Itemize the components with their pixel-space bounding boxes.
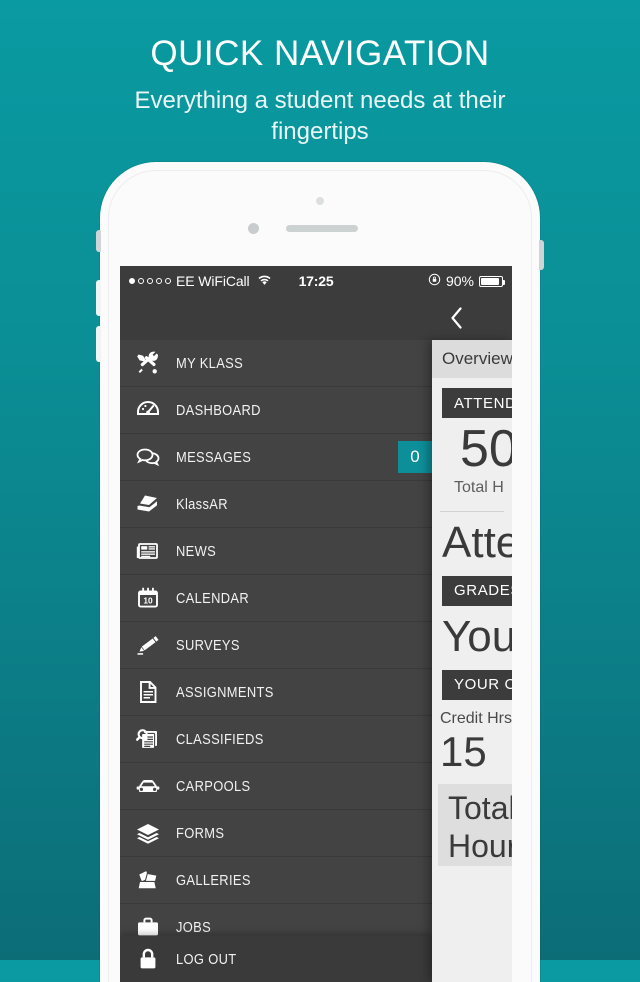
pencil-icon	[120, 632, 176, 658]
front-camera-icon	[316, 197, 324, 205]
menu-item-label: FORMS	[176, 824, 225, 842]
car-icon	[120, 773, 176, 799]
signal-strength-icon	[129, 278, 171, 284]
newspaper-icon	[120, 538, 176, 564]
menu-item-galleries[interactable]: GALLERIES	[120, 857, 432, 904]
total-hours-card: Total Hour	[438, 784, 512, 866]
menu-item-forms[interactable]: FORMS	[120, 810, 432, 857]
wifi-icon	[257, 273, 272, 289]
silent-switch[interactable]	[96, 230, 101, 252]
volume-up-button[interactable]	[96, 280, 101, 316]
status-bar-left: EE WiFiCall	[120, 273, 272, 289]
menu-item-label: ASSIGNMENTS	[176, 683, 274, 701]
attendance-caption: Total H	[454, 478, 504, 496]
menu-item-news[interactable]: NEWS	[120, 528, 432, 575]
menu-item-classifieds[interactable]: CLASSIFIEDS	[120, 716, 432, 763]
gauge-icon	[120, 397, 176, 423]
calendar-icon: 10	[120, 585, 176, 611]
menu-item-label: CARPOOLS	[176, 777, 251, 795]
earpiece-speaker	[286, 225, 358, 232]
nav-bar	[120, 296, 512, 340]
total-hours-line-1: Total	[448, 790, 512, 827]
menu-item-dashboard[interactable]: DASHBOARD	[120, 387, 432, 434]
menu-item-label: MY KLASS	[176, 354, 244, 372]
lock-icon	[120, 947, 176, 971]
carrier-label: EE WiFiCall	[176, 273, 250, 289]
promo-header: QUICK NAVIGATION Everything a student ne…	[0, 0, 640, 147]
classifieds-icon	[120, 726, 176, 752]
scanner-icon	[120, 491, 176, 517]
chat-bubbles-icon	[120, 444, 176, 470]
navigation-drawer: MY KLASS DASHBOARD MESSAGES 0 KlassAR NE…	[120, 340, 432, 982]
battery-percent-label: 90%	[445, 273, 474, 289]
photos-icon	[120, 867, 176, 893]
credit-hours-label: Credit Hrs	[440, 709, 512, 727]
logout-button[interactable]: LOG OUT	[120, 936, 432, 982]
menu-item-label: JOBS	[176, 918, 212, 936]
logout-label: LOG OUT	[176, 950, 237, 968]
grades-title: Your	[442, 611, 512, 661]
total-hours-line-2: Hour	[448, 827, 512, 864]
phone-screen: EE WiFiCall 17:25 90% MY KLASS DASHBOARD…	[120, 266, 512, 982]
credit-hours-value: 15	[440, 727, 487, 775]
promo-subtitle: Everything a student needs at their fing…	[134, 86, 506, 145]
menu-item-carpools[interactable]: CARPOOLS	[120, 763, 432, 810]
menu-item-label: GALLERIES	[176, 871, 251, 889]
tab-overview[interactable]: Overview	[432, 340, 512, 378]
grades-section-header: GRADES	[442, 575, 512, 606]
menu-item-my-klass[interactable]: MY KLASS	[120, 340, 432, 387]
rotation-lock-icon	[428, 273, 441, 289]
menu-item-calendar[interactable]: 10 CALENDAR	[120, 575, 432, 622]
menu-item-klassar[interactable]: KlassAR	[120, 481, 432, 528]
messages-badge: 0	[398, 441, 432, 473]
attendance-title: Atte	[442, 517, 512, 567]
courses-section-header: YOUR CO	[442, 669, 512, 700]
section-divider	[440, 510, 504, 512]
status-bar-right: 90%	[428, 273, 512, 289]
menu-item-label: DASHBOARD	[176, 401, 261, 419]
menu-item-assignments[interactable]: ASSIGNMENTS	[120, 669, 432, 716]
back-button[interactable]	[442, 304, 470, 332]
attendance-value: 50	[460, 420, 512, 478]
screen-body: MY KLASS DASHBOARD MESSAGES 0 KlassAR NE…	[120, 340, 512, 982]
menu-item-messages[interactable]: MESSAGES 0	[120, 434, 432, 481]
menu-item-surveys[interactable]: SURVEYS	[120, 622, 432, 669]
page-title: QUICK NAVIGATION	[150, 34, 490, 73]
menu-item-label: MESSAGES	[176, 448, 252, 466]
menu-item-label: SURVEYS	[176, 636, 240, 654]
menu-item-label: NEWS	[176, 542, 217, 560]
menu-item-label: KlassAR	[176, 495, 228, 513]
overview-content-panel[interactable]: Overview ATTENDA 50 Total H Atte GRADES …	[432, 340, 512, 982]
document-icon	[120, 679, 176, 705]
battery-icon	[479, 275, 505, 287]
proximity-sensor-icon	[248, 223, 259, 234]
layers-icon	[120, 820, 176, 846]
menu-item-label: CALENDAR	[176, 589, 250, 607]
phone-device: EE WiFiCall 17:25 90% MY KLASS DASHBOARD…	[96, 162, 544, 982]
status-bar: EE WiFiCall 17:25 90%	[120, 266, 512, 296]
tools-icon	[120, 350, 176, 376]
power-button[interactable]	[539, 240, 544, 270]
menu-item-label: CLASSIFIEDS	[176, 730, 264, 748]
volume-down-button[interactable]	[96, 326, 101, 362]
calendar-day-number: 10	[143, 596, 153, 606]
attendance-section-header: ATTENDA	[442, 388, 512, 418]
